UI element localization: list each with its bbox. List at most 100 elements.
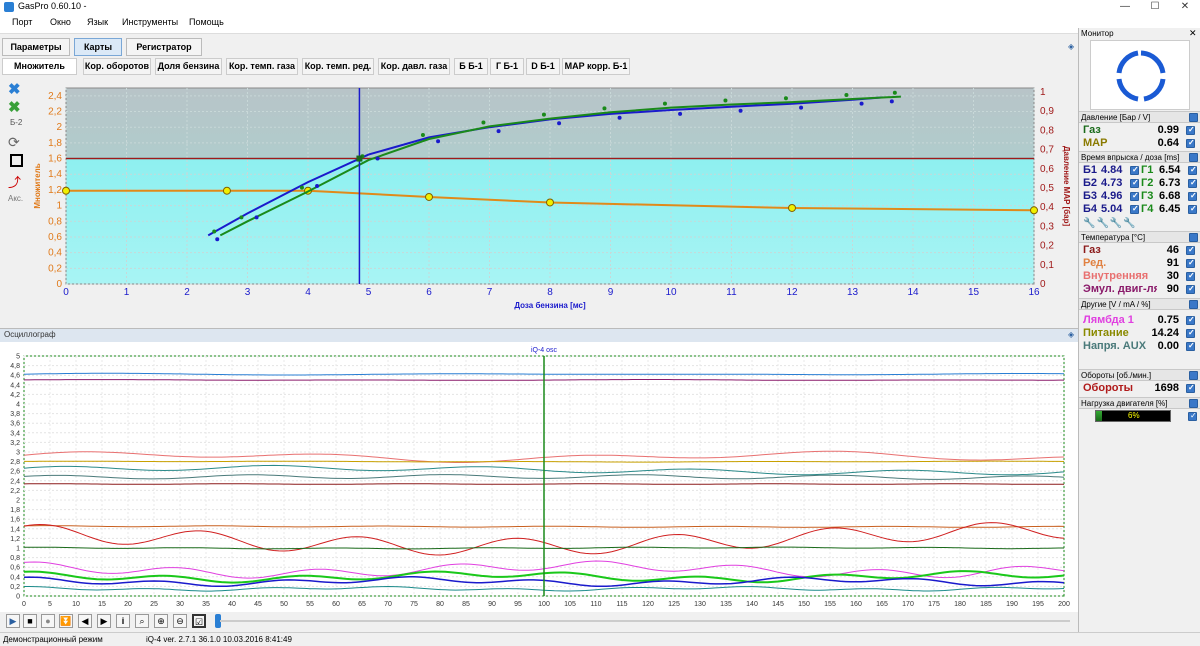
prev-icon[interactable]: ◀ xyxy=(78,614,92,628)
pin-icon[interactable]: ◈ xyxy=(1068,42,1076,51)
tab-g-b1[interactable]: Г Б-1 xyxy=(490,58,524,75)
save-icon[interactable]: ⏬ xyxy=(59,614,73,628)
gas-injector-checkbox[interactable] xyxy=(1188,191,1197,201)
injection-toggle[interactable] xyxy=(1189,153,1198,162)
tab-reducer-temp-correction[interactable]: Кор. темп. ред. xyxy=(302,58,374,75)
load-toggle[interactable] xyxy=(1189,399,1198,408)
tab-d-b1[interactable]: D Б-1 xyxy=(526,58,560,75)
map-tabs: Множитель (Б-1) Кор. оборотов Доля бензи… xyxy=(0,56,1078,86)
gas-injector-checkbox[interactable] xyxy=(1188,178,1197,188)
main-tabs: Параметры Карты Регистратор ◈ xyxy=(0,36,1078,56)
app-icon xyxy=(4,2,14,12)
close-button[interactable]: ✕ xyxy=(1170,0,1200,14)
rpm-checkbox[interactable] xyxy=(1186,383,1195,393)
tab-rpm-correction[interactable]: Кор. оборотов xyxy=(83,58,151,75)
aks-label[interactable]: Акс. xyxy=(8,194,24,210)
rpm-toggle[interactable] xyxy=(1189,371,1198,380)
menu-help[interactable]: Помощь xyxy=(189,17,224,27)
osc-pin-icon[interactable]: ◈ xyxy=(1068,330,1074,339)
osc-y-tick-label: 2,2 xyxy=(10,488,20,495)
tab-multiplier[interactable]: Множитель (Б-1) xyxy=(2,58,77,86)
clear-green-icon[interactable]: ✖ xyxy=(8,98,24,116)
zoom-in-icon[interactable]: ⊕ xyxy=(154,614,168,628)
gas-pressure-checkbox[interactable] xyxy=(1186,125,1195,135)
x-tick-label: 4 xyxy=(305,287,311,298)
refresh-icon[interactable]: ⟳ xyxy=(8,134,24,150)
menu-port[interactable]: Порт xyxy=(12,17,32,27)
temperature-checkbox[interactable] xyxy=(1186,284,1195,294)
checkbox-icon[interactable]: ☑ xyxy=(192,614,206,628)
multiplier-point[interactable] xyxy=(425,192,433,201)
menu-tools[interactable]: Инструменты xyxy=(122,17,178,27)
zoom-icon[interactable]: ⌕ xyxy=(135,614,149,628)
other-checkbox[interactable] xyxy=(1186,328,1195,338)
temperature-toggle[interactable] xyxy=(1189,233,1198,242)
tab-gas-temp-correction[interactable]: Кор. темп. газа xyxy=(226,58,298,75)
osc-x-tick-label: 20 xyxy=(124,601,132,608)
stop-icon[interactable]: ■ xyxy=(23,614,37,628)
petrol-point xyxy=(254,215,259,220)
tab-parameters[interactable]: Параметры xyxy=(2,38,70,56)
maximize-button[interactable]: ☐ xyxy=(1140,0,1170,14)
multiplier-chart[interactable]: 0 1 2 3 4 5 6 7 8 9 10 11 12 13 14 15 1600,20,40,60,811,… xyxy=(30,82,1078,318)
monitor-close-icon[interactable]: ✕ xyxy=(1189,28,1197,39)
temperature-checkbox[interactable] xyxy=(1186,258,1195,268)
map-pressure-checkbox[interactable] xyxy=(1186,138,1195,148)
injection-row: Б14.84 Г1 6.54 xyxy=(1079,164,1200,177)
tab-gas-pressure-correction[interactable]: Кор. давл. газа xyxy=(378,58,450,75)
osc-x-tick-label: 105 xyxy=(564,601,576,608)
gas-injector-checkbox[interactable] xyxy=(1188,165,1197,175)
clear-blue-icon[interactable]: ✖ xyxy=(8,80,24,98)
timeline-track[interactable] xyxy=(220,620,1070,622)
petrol-injector-checkbox[interactable] xyxy=(1130,178,1139,188)
b2-label[interactable]: Б-2 xyxy=(10,118,26,134)
osc-x-tick-label: 90 xyxy=(488,601,496,608)
oscilloscope-panel: 0 0,2 0,4 0,6 0,8 1 1,2 1,4 1,6 1,8 2 2,2 2,4 2,6 2,8 3… xyxy=(0,342,1078,612)
osc-x-tick-label: 65 xyxy=(358,601,366,608)
x-axis-label: Доза бензина [мс] xyxy=(514,301,586,310)
load-checkbox[interactable] xyxy=(1188,411,1197,421)
x-tick-label: 5 xyxy=(366,287,372,298)
oscilloscope-chart[interactable]: 0 0,2 0,4 0,6 0,8 1 1,2 1,4 1,6 1,8 2 2,2 2,4 2,6 2,8 3… xyxy=(0,342,1078,612)
tab-b-b1[interactable]: Б Б-1 xyxy=(454,58,488,75)
record-icon[interactable]: ● xyxy=(41,614,55,628)
temperature-checkbox[interactable] xyxy=(1186,245,1195,255)
tab-map-correction[interactable]: MAP корр. Б-1 xyxy=(562,58,630,75)
osc-y-tick-label: 1,2 xyxy=(10,536,20,543)
x-tick-label: 11 xyxy=(726,287,737,298)
frame-icon[interactable] xyxy=(10,154,23,167)
y-tick-label: 1,4 xyxy=(48,169,62,180)
gas-injector-checkbox[interactable] xyxy=(1188,204,1197,214)
petrol-point xyxy=(315,184,320,188)
next-icon[interactable]: ▶ xyxy=(97,614,111,628)
multiplier-point[interactable] xyxy=(546,198,554,207)
pressure-toggle[interactable] xyxy=(1189,113,1198,122)
injector-icons: 🔧🔧🔧🔧 xyxy=(1083,218,1137,229)
temperature-checkbox[interactable] xyxy=(1186,271,1195,281)
multiplier-point[interactable] xyxy=(62,186,70,195)
multiplier-point[interactable] xyxy=(788,203,796,212)
petrol-injector-checkbox[interactable] xyxy=(1130,204,1139,214)
gas-injector-label: Г3 xyxy=(1141,190,1154,202)
other-checkbox[interactable] xyxy=(1186,341,1195,351)
menu-window[interactable]: Окно xyxy=(50,17,71,27)
other-checkbox[interactable] xyxy=(1186,315,1195,325)
tab-maps[interactable]: Карты xyxy=(74,38,122,56)
monitor-title: Монитор xyxy=(1081,29,1114,38)
tab-recorder[interactable]: Регистратор xyxy=(126,38,202,56)
tab-petrol-share[interactable]: Доля бензина xyxy=(155,58,222,75)
y2-tick-label: 0,3 xyxy=(1040,221,1054,232)
multiplier-point[interactable] xyxy=(1030,206,1038,215)
osc-y-tick-label: 4,6 xyxy=(10,373,20,380)
gas-point xyxy=(844,93,849,98)
others-toggle[interactable] xyxy=(1189,300,1198,309)
multiplier-point[interactable] xyxy=(222,186,231,195)
zoom-out-icon[interactable]: ⊖ xyxy=(173,614,187,628)
minimize-button[interactable]: — xyxy=(1110,0,1140,14)
info-icon[interactable]: i xyxy=(116,614,130,628)
petrol-injector-checkbox[interactable] xyxy=(1130,165,1139,175)
petrol-injector-checkbox[interactable] xyxy=(1130,191,1139,201)
menu-language[interactable]: Язык xyxy=(87,17,108,27)
play-icon[interactable]: ▶ xyxy=(6,614,20,628)
axis-icon[interactable]: ⤴ xyxy=(8,172,24,190)
